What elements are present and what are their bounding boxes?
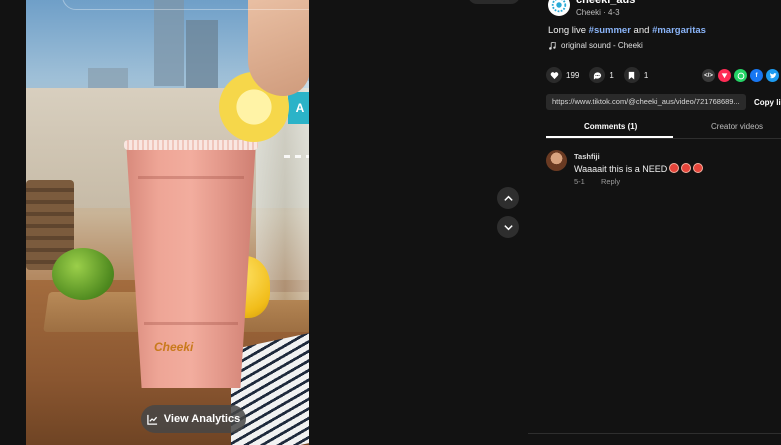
like-button[interactable]: 199 <box>546 67 579 83</box>
action-bar: 199 1 1 <box>546 67 658 83</box>
view-analytics-button[interactable]: View Analytics <box>141 405 246 433</box>
cheeki-logo-icon <box>551 0 567 13</box>
friends-icon[interactable] <box>718 69 731 82</box>
top-button[interactable] <box>468 0 520 4</box>
comment-body: Waaaait this is a NEED <box>574 164 668 174</box>
comment-text: Waaaait this is a NEED <box>574 163 704 174</box>
creator-avatar[interactable] <box>548 0 570 16</box>
bookmark-icon <box>629 71 635 80</box>
share-link-field[interactable]: https://www.tiktok.com/@cheeki_aus/video… <box>546 94 746 110</box>
sound-link[interactable]: original sound - Cheeki <box>548 41 643 50</box>
commenter-avatar[interactable] <box>546 150 567 171</box>
panel-tabs: Comments (1) Creator videos <box>546 120 781 139</box>
comment-input-divider <box>528 433 781 434</box>
tab-comments[interactable]: Comments (1) <box>584 122 637 131</box>
heart-eyes-emoji-icon <box>669 163 680 173</box>
active-tab-indicator <box>546 136 673 138</box>
sound-name: original sound - Cheeki <box>561 41 643 50</box>
video-hand <box>248 0 309 96</box>
chart-icon <box>147 414 157 425</box>
previous-video-button[interactable] <box>497 187 519 209</box>
video-cup-rim <box>124 140 258 150</box>
save-count: 1 <box>643 70 649 80</box>
cup-logo: Cheeki <box>154 340 194 354</box>
share-icons: </> f <box>702 69 779 82</box>
video-building <box>154 0 184 86</box>
view-analytics-label: View Analytics <box>163 413 241 425</box>
embed-icon[interactable]: </> <box>702 69 715 82</box>
video-cup-ridge <box>144 322 238 325</box>
video-progress-dots <box>284 155 309 158</box>
copy-link-button[interactable]: Copy li <box>754 98 781 107</box>
heart-eyes-emoji-icon <box>693 163 704 173</box>
comment-date: 5-1 <box>574 177 585 186</box>
heart-icon <box>550 71 558 79</box>
creator-username[interactable]: cheeki_aus <box>576 0 635 6</box>
comment-meta: 5-1 Reply <box>574 177 634 186</box>
caption-text: and <box>630 25 653 36</box>
post-date: 4-3 <box>608 8 620 17</box>
comment-button[interactable]: 1 <box>589 67 614 83</box>
video-search-pill[interactable] <box>62 0 309 10</box>
facebook-icon[interactable]: f <box>750 69 763 82</box>
video-building <box>186 20 218 90</box>
comment-count: 1 <box>609 70 614 80</box>
next-video-button[interactable] <box>497 216 519 238</box>
video-bottle-label: A <box>288 92 309 124</box>
chevron-down-icon <box>503 224 513 230</box>
creator-display-name: Cheeki <box>576 8 601 17</box>
chevron-up-icon <box>503 195 513 201</box>
like-count: 199 <box>566 70 580 80</box>
post-caption: Long live #summer and #margaritas <box>548 25 706 36</box>
share-link-row: https://www.tiktok.com/@cheeki_aus/video… <box>546 94 781 110</box>
whatsapp-icon[interactable] <box>734 69 747 82</box>
heart-eyes-emoji-icon <box>681 163 692 173</box>
tab-creator-videos[interactable]: Creator videos <box>711 122 763 131</box>
details-panel: cheeki_aus Cheeki · 4-3 Long live #summe… <box>528 0 781 445</box>
reply-button[interactable]: Reply <box>601 177 620 186</box>
comment-icon <box>593 71 601 80</box>
commenter-username[interactable]: Tashfiji <box>574 152 600 161</box>
hashtag-margaritas[interactable]: #margaritas <box>652 25 706 36</box>
creator-subline: Cheeki · 4-3 <box>576 8 620 17</box>
caption-text: Long live <box>548 25 589 36</box>
twitter-icon[interactable] <box>766 69 779 82</box>
save-button[interactable]: 1 <box>623 67 649 83</box>
hashtag-summer[interactable]: #summer <box>589 25 631 36</box>
video-building <box>88 68 128 88</box>
video-player[interactable]: A Cheeki View Analytics <box>26 0 309 445</box>
video-lime <box>52 248 114 300</box>
video-cup-ridge <box>138 176 244 179</box>
music-note-icon <box>549 41 556 50</box>
